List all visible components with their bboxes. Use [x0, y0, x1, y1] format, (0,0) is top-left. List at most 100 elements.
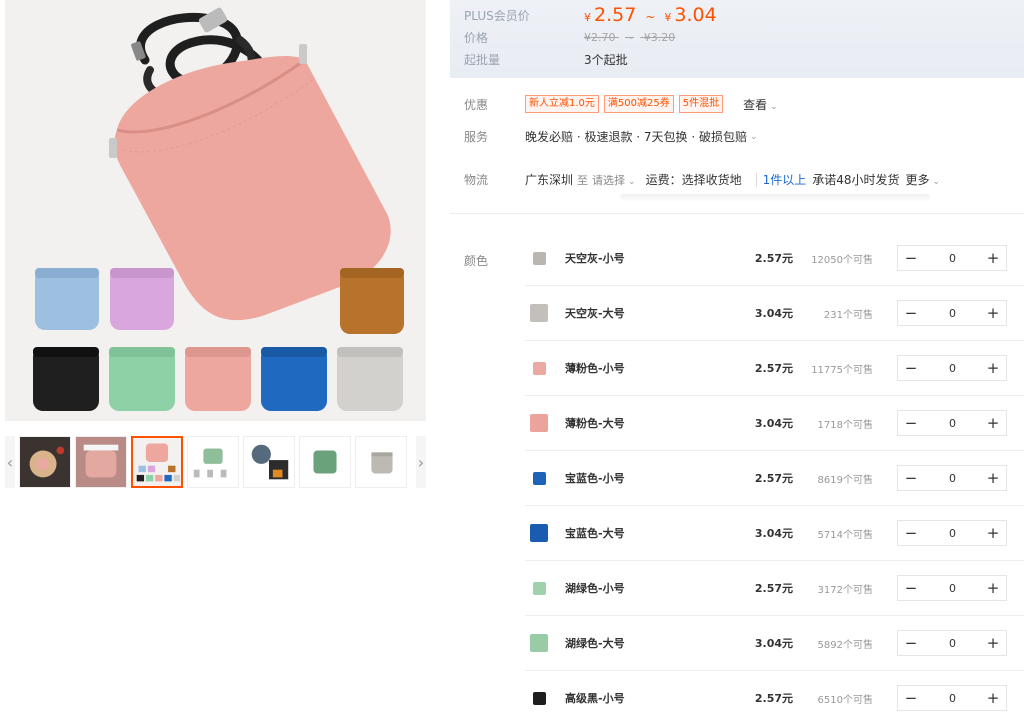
- minus-icon[interactable]: −: [898, 356, 924, 380]
- thumb-3[interactable]: [131, 436, 183, 488]
- logistics-more-link[interactable]: 更多 ⌄: [906, 171, 941, 188]
- quantity-input[interactable]: 0: [924, 417, 980, 430]
- orig-price-row: 价格 ¥2.70 ~ ¥3.20: [464, 26, 1010, 48]
- plus-price-label: PLUS会员价: [464, 8, 530, 23]
- price-range-separator: ~: [645, 10, 656, 24]
- main-image-illustration: [5, 0, 426, 421]
- promo-tag-mix[interactable]: 5件混批: [678, 95, 724, 113]
- sku-price: 3.04元: [754, 637, 793, 650]
- thumb-2-image: [76, 437, 126, 487]
- minus-icon[interactable]: −: [898, 246, 924, 270]
- sku-name: 湖绿色-大号: [565, 637, 625, 650]
- service-row: 服务 晚发必赔 · 极速退款 · 7天包换 · 破损包赔 ⌄: [450, 128, 758, 145]
- service-text[interactable]: 晚发必赔 · 极速退款 · 7天包换 · 破损包赔: [525, 128, 747, 145]
- sku-name: 高级黑-小号: [565, 692, 625, 705]
- quantity-input[interactable]: 0: [924, 692, 980, 705]
- quantity-input[interactable]: 0: [924, 637, 980, 650]
- thumb-6[interactable]: [299, 436, 351, 488]
- logistics-promise: 承诺48小时发货: [812, 173, 900, 187]
- logistics-select-label: 请选择: [592, 173, 626, 187]
- sku-swatch-color: [530, 414, 548, 432]
- price-box: PLUS会员价 ¥ 2.57 ~ ¥ 3.04 价格 ¥2.70 ~ ¥3.20…: [450, 0, 1024, 78]
- thumb-3-image: [133, 438, 181, 486]
- sku-swatch: [529, 303, 549, 323]
- minus-icon[interactable]: −: [898, 301, 924, 325]
- promo-more-label: 查看: [743, 97, 768, 112]
- quantity-stepper: − 0 +: [897, 520, 1007, 546]
- sku-row: 湖绿色-大号 3.04元 5892个可售 − 0 +: [525, 616, 1024, 671]
- quantity-input[interactable]: 0: [924, 527, 980, 540]
- sku-swatch: [529, 633, 549, 653]
- logistics-qty-link[interactable]: 1件以上: [763, 171, 807, 188]
- plus-icon[interactable]: +: [980, 411, 1006, 435]
- quantity-input[interactable]: 0: [924, 362, 980, 375]
- sku-price: 2.57元: [754, 472, 793, 485]
- sku-name: 薄粉色-大号: [565, 417, 625, 430]
- minus-icon[interactable]: −: [898, 466, 924, 490]
- plus-icon[interactable]: +: [980, 576, 1006, 600]
- product-gallery: ‹ ›: [0, 0, 430, 719]
- thumb-1[interactable]: [19, 436, 71, 488]
- plus-icon[interactable]: +: [980, 466, 1006, 490]
- logistics-destination-select[interactable]: 请选择 ⌄: [592, 172, 636, 188]
- quantity-input[interactable]: 0: [924, 472, 980, 485]
- sku-swatch-color: [530, 304, 548, 322]
- promo-more-link[interactable]: 查看 ⌄: [743, 96, 778, 113]
- thumb-6-image: [300, 437, 350, 487]
- plus-icon[interactable]: +: [980, 356, 1006, 380]
- minus-icon[interactable]: −: [898, 576, 924, 600]
- sku-stock: 1718个可售: [817, 419, 873, 431]
- chevron-down-icon[interactable]: ⌄: [750, 132, 758, 142]
- quantity-input[interactable]: 0: [924, 252, 980, 265]
- orig-price-separator: ~: [625, 30, 635, 44]
- sku-row: 宝蓝色-小号 2.57元 8619个可售 − 0 +: [525, 451, 1024, 506]
- quantity-stepper: − 0 +: [897, 575, 1007, 601]
- product-info: PLUS会员价 ¥ 2.57 ~ ¥ 3.04 价格 ¥2.70 ~ ¥3.20…: [450, 0, 1024, 719]
- plus-price-low: 2.57: [594, 4, 637, 26]
- thumb-4[interactable]: [187, 436, 239, 488]
- thumb-4-image: [188, 437, 238, 487]
- promo-label: 优惠: [464, 97, 489, 112]
- divider: [755, 172, 757, 187]
- promo-tag-coupon[interactable]: 满500减25券: [603, 95, 674, 113]
- sku-swatch-color: [530, 634, 548, 652]
- scroll-shadow: [620, 194, 930, 202]
- sku-swatch-color: [532, 471, 546, 485]
- quantity-input[interactable]: 0: [924, 307, 980, 320]
- chevron-left-icon[interactable]: ‹: [5, 436, 15, 488]
- chevron-right-icon[interactable]: ›: [416, 436, 426, 488]
- plus-icon[interactable]: +: [980, 631, 1006, 655]
- sku-stock: 12050个可售: [811, 254, 873, 266]
- minus-icon[interactable]: −: [898, 686, 924, 710]
- sku-swatch-color: [532, 251, 546, 265]
- plus-icon[interactable]: +: [980, 686, 1006, 710]
- promo-tag-new-user[interactable]: 新人立减1.0元: [525, 95, 599, 113]
- thumb-5[interactable]: [243, 436, 295, 488]
- minus-icon[interactable]: −: [898, 521, 924, 545]
- minus-icon[interactable]: −: [898, 411, 924, 435]
- thumb-2[interactable]: [75, 436, 127, 488]
- sku-stock: 11775个可售: [811, 364, 873, 376]
- sku-stock: 5892个可售: [817, 639, 873, 651]
- sku-row: 湖绿色-小号 2.57元 3172个可售 − 0 +: [525, 561, 1024, 616]
- plus-icon[interactable]: +: [980, 246, 1006, 270]
- quantity-input[interactable]: 0: [924, 582, 980, 595]
- sku-swatch-color: [532, 581, 546, 595]
- quantity-stepper: − 0 +: [897, 245, 1007, 271]
- thumbnail-strip: ‹ ›: [5, 436, 426, 488]
- chevron-down-icon: ⌄: [628, 176, 636, 187]
- sku-row: 薄粉色-大号 3.04元 1718个可售 − 0 +: [525, 396, 1024, 451]
- sku-stock: 5714个可售: [817, 529, 873, 541]
- sku-stock: 231个可售: [823, 309, 873, 321]
- sku-stock: 3172个可售: [817, 584, 873, 596]
- quantity-stepper: − 0 +: [897, 465, 1007, 491]
- main-product-image[interactable]: [5, 0, 426, 421]
- thumb-7[interactable]: [355, 436, 407, 488]
- quantity-stepper: − 0 +: [897, 355, 1007, 381]
- logistics-label: 物流: [464, 173, 489, 187]
- sku-name: 天空灰-大号: [565, 307, 625, 320]
- plus-price-row: PLUS会员价 ¥ 2.57 ~ ¥ 3.04: [464, 4, 1010, 26]
- plus-icon[interactable]: +: [980, 521, 1006, 545]
- plus-icon[interactable]: +: [980, 301, 1006, 325]
- minus-icon[interactable]: −: [898, 631, 924, 655]
